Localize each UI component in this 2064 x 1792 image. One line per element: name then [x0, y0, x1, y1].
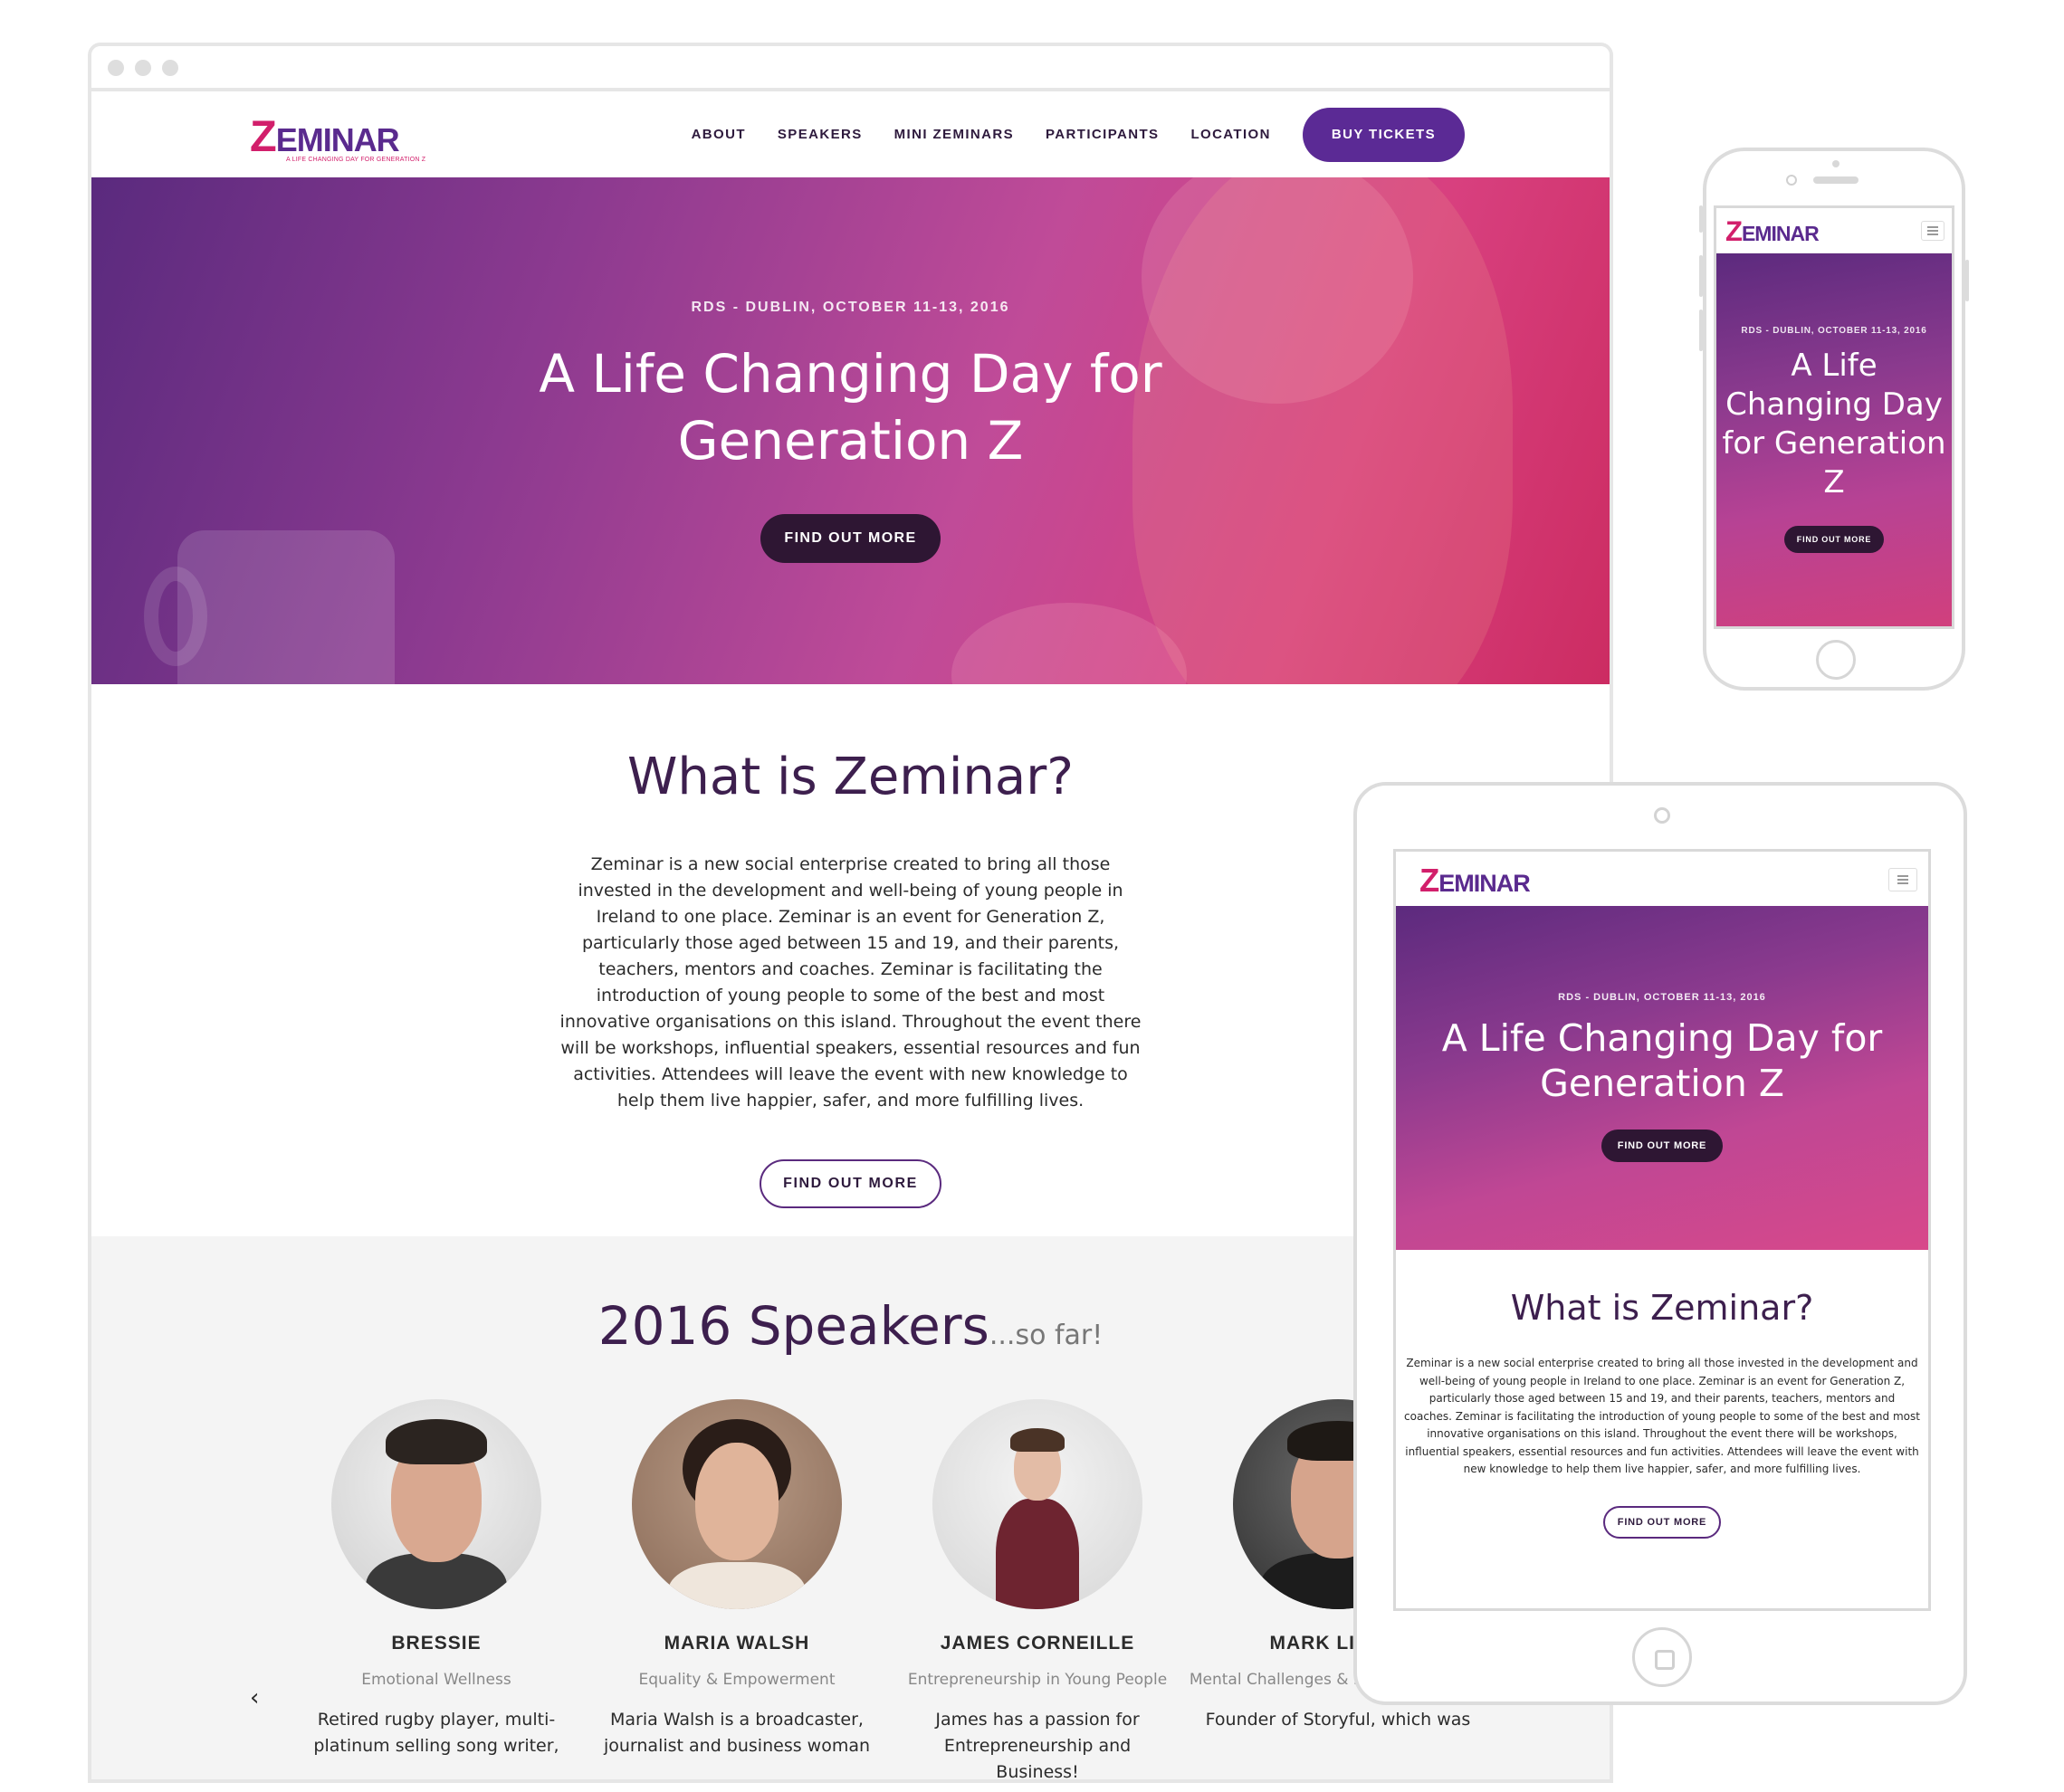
- tablet-hero-title: A Life Changing Day for Generation Z: [1441, 1016, 1883, 1105]
- browser-title-bar: [91, 46, 1610, 91]
- zeminar-logo[interactable]: ZEMINAR: [1725, 217, 1820, 245]
- phone-hero-kicker: RDS - DUBLIN, OCTOBER 11-13, 2016: [1741, 326, 1927, 336]
- speaker-role: Entrepreneurship in Young People: [907, 1671, 1168, 1689]
- phone-speaker: [1813, 176, 1859, 184]
- hamburger-icon[interactable]: [1921, 221, 1945, 241]
- speaker-description: Maria Walsh is a broadcaster, journalist…: [603, 1710, 871, 1756]
- hero-banner: RDS - DUBLIN, OCTOBER 11-13, 2016 A Life…: [91, 177, 1610, 684]
- phone-hero-title: A Life Changing Day for Generation Z: [1722, 348, 1946, 500]
- phone-screen: ZEMINAR RDS - DUBLIN, OCTOBER 11-13, 201…: [1714, 205, 1954, 629]
- window-minimize-dot[interactable]: [135, 60, 151, 76]
- zeminar-logo[interactable]: ZEMINAR: [1419, 863, 1531, 897]
- nav-participants[interactable]: PARTICIPANTS: [1046, 127, 1159, 142]
- site-header: ZEMINAR A LIFE CHANGING DAY FOR GENERATI…: [91, 91, 1610, 177]
- speaker-photo-bressie: [331, 1399, 541, 1609]
- tablet-home-button[interactable]: [1632, 1627, 1692, 1687]
- speaker-role: Equality & Empowerment: [638, 1671, 836, 1689]
- logo-tagline: A LIFE CHANGING DAY FOR GENERATION Z: [286, 156, 426, 163]
- speaker-carousel: BRESSIE Emotional Wellness Retired rugby…: [286, 1399, 1488, 1779]
- tablet-mockup: ZEMINAR RDS - DUBLIN, OCTOBER 11-13, 201…: [1353, 782, 1967, 1705]
- nav-location[interactable]: LOCATION: [1190, 127, 1270, 142]
- speaker-name: JAMES CORNEILLE: [940, 1633, 1135, 1654]
- chevron-left-icon[interactable]: ‹: [250, 1684, 259, 1711]
- about-body: Zeminar is a new social enterprise creat…: [559, 854, 1142, 1110]
- speakers-heading-suffix: ...so far!: [989, 1320, 1104, 1351]
- speaker-name: BRESSIE: [391, 1633, 482, 1654]
- phone-header: ZEMINAR: [1716, 208, 1952, 253]
- zeminar-logo[interactable]: ZEMINAR A LIFE CHANGING DAY FOR GENERATI…: [250, 115, 425, 163]
- nav-about[interactable]: ABOUT: [692, 127, 746, 142]
- speaker-description: James has a passion for Entrepreneurship…: [935, 1710, 1140, 1779]
- tablet-about-body: Zeminar is a new social enterprise creat…: [1404, 1357, 1920, 1475]
- speaker-role: Emotional Wellness: [361, 1671, 511, 1689]
- tablet-camera: [1654, 807, 1670, 824]
- tablet-about-heading: What is Zeminar?: [1510, 1288, 1814, 1328]
- hamburger-icon[interactable]: [1888, 868, 1917, 891]
- tablet-hero: RDS - DUBLIN, OCTOBER 11-13, 2016 A Life…: [1396, 906, 1928, 1250]
- speakers-heading-text: 2016 Speakers: [597, 1295, 989, 1357]
- tablet-hero-kicker: RDS - DUBLIN, OCTOBER 11-13, 2016: [1558, 992, 1766, 1003]
- phone-mockup: ZEMINAR RDS - DUBLIN, OCTOBER 11-13, 201…: [1699, 148, 1969, 691]
- speaker-card[interactable]: MARIA WALSH Equality & Empowerment Maria…: [587, 1399, 887, 1779]
- speaker-name: MARIA WALSH: [664, 1633, 810, 1654]
- about-find-out-more-button[interactable]: FIND OUT MORE: [760, 1159, 941, 1208]
- speaker-description: Founder of Storyful, which was: [1205, 1710, 1471, 1730]
- tablet-about-section: What is Zeminar? Zeminar is a new social…: [1396, 1250, 1928, 1539]
- main-nav: ABOUT SPEAKERS MINI ZEMINARS PARTICIPANT…: [660, 91, 1465, 177]
- buy-tickets-button[interactable]: BUY TICKETS: [1302, 107, 1465, 162]
- speaker-description: Retired rugby player, multi-platinum sel…: [313, 1710, 559, 1756]
- tablet-header: ZEMINAR: [1396, 852, 1928, 906]
- tablet-about-find-out-more-button[interactable]: FIND OUT MORE: [1602, 1505, 1722, 1539]
- speaker-card[interactable]: JAMES CORNEILLE Entrepreneurship in Youn…: [887, 1399, 1188, 1779]
- tablet-hero-find-out-more-button[interactable]: FIND OUT MORE: [1601, 1130, 1724, 1162]
- window-close-dot[interactable]: [108, 60, 124, 76]
- speaker-card[interactable]: BRESSIE Emotional Wellness Retired rugby…: [286, 1399, 587, 1779]
- tablet-screen: ZEMINAR RDS - DUBLIN, OCTOBER 11-13, 201…: [1393, 849, 1931, 1611]
- hero-title: A Life Changing Day for Generation Z: [539, 343, 1162, 472]
- window-maximize-dot[interactable]: [162, 60, 178, 76]
- nav-mini-zeminars[interactable]: MINI ZEMINARS: [894, 127, 1014, 142]
- phone-find-out-more-button[interactable]: FIND OUT MORE: [1783, 526, 1885, 553]
- nav-speakers[interactable]: SPEAKERS: [778, 127, 863, 142]
- hero-find-out-more-button[interactable]: FIND OUT MORE: [760, 514, 941, 564]
- hero-kicker: RDS - DUBLIN, OCTOBER 11-13, 2016: [691, 300, 1010, 315]
- speaker-photo-maria-walsh: [632, 1399, 842, 1609]
- phone-camera: [1786, 175, 1797, 186]
- phone-home-button[interactable]: [1816, 640, 1856, 680]
- phone-hero: RDS - DUBLIN, OCTOBER 11-13, 2016 A Life…: [1716, 253, 1952, 626]
- logo-wordmark: EMINAR: [275, 121, 400, 158]
- logo-initial: Z: [250, 112, 277, 161]
- speaker-photo-james-corneille: [932, 1399, 1142, 1609]
